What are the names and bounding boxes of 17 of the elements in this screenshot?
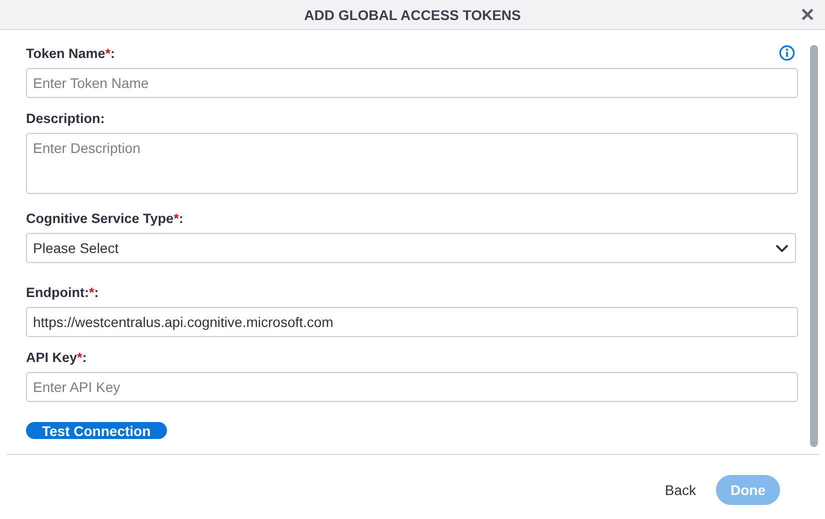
service-type-dropdown[interactable]: Please Select [26, 233, 796, 263]
back-button[interactable]: Back [664, 482, 696, 498]
field-label: Endpoint:*: [26, 284, 99, 300]
field-label: API Key*: [26, 350, 87, 364]
input-field[interactable]: https://westcentralus.api.cognitive.microsoft.com [26, 307, 798, 337]
field-label: Description: [26, 110, 105, 126]
close-button[interactable]: ✕ [800, 5, 815, 25]
chevron-down-icon [775, 244, 789, 252]
input-field[interactable]: Enter API Key [26, 372, 798, 402]
field-label: Token Name*: [26, 46, 116, 60]
field-label: Cognitive Service Type*: [26, 210, 184, 226]
scrollbar[interactable] [810, 45, 818, 447]
info-icon[interactable] [779, 45, 795, 61]
test-connection-button[interactable]: Test Connection [26, 422, 167, 439]
description-field[interactable]: Enter Description [26, 133, 798, 194]
dialog-title: ADD GLOBAL ACCESS TOKENS [304, 6, 521, 22]
input-field[interactable]: Enter Token Name [26, 68, 798, 98]
